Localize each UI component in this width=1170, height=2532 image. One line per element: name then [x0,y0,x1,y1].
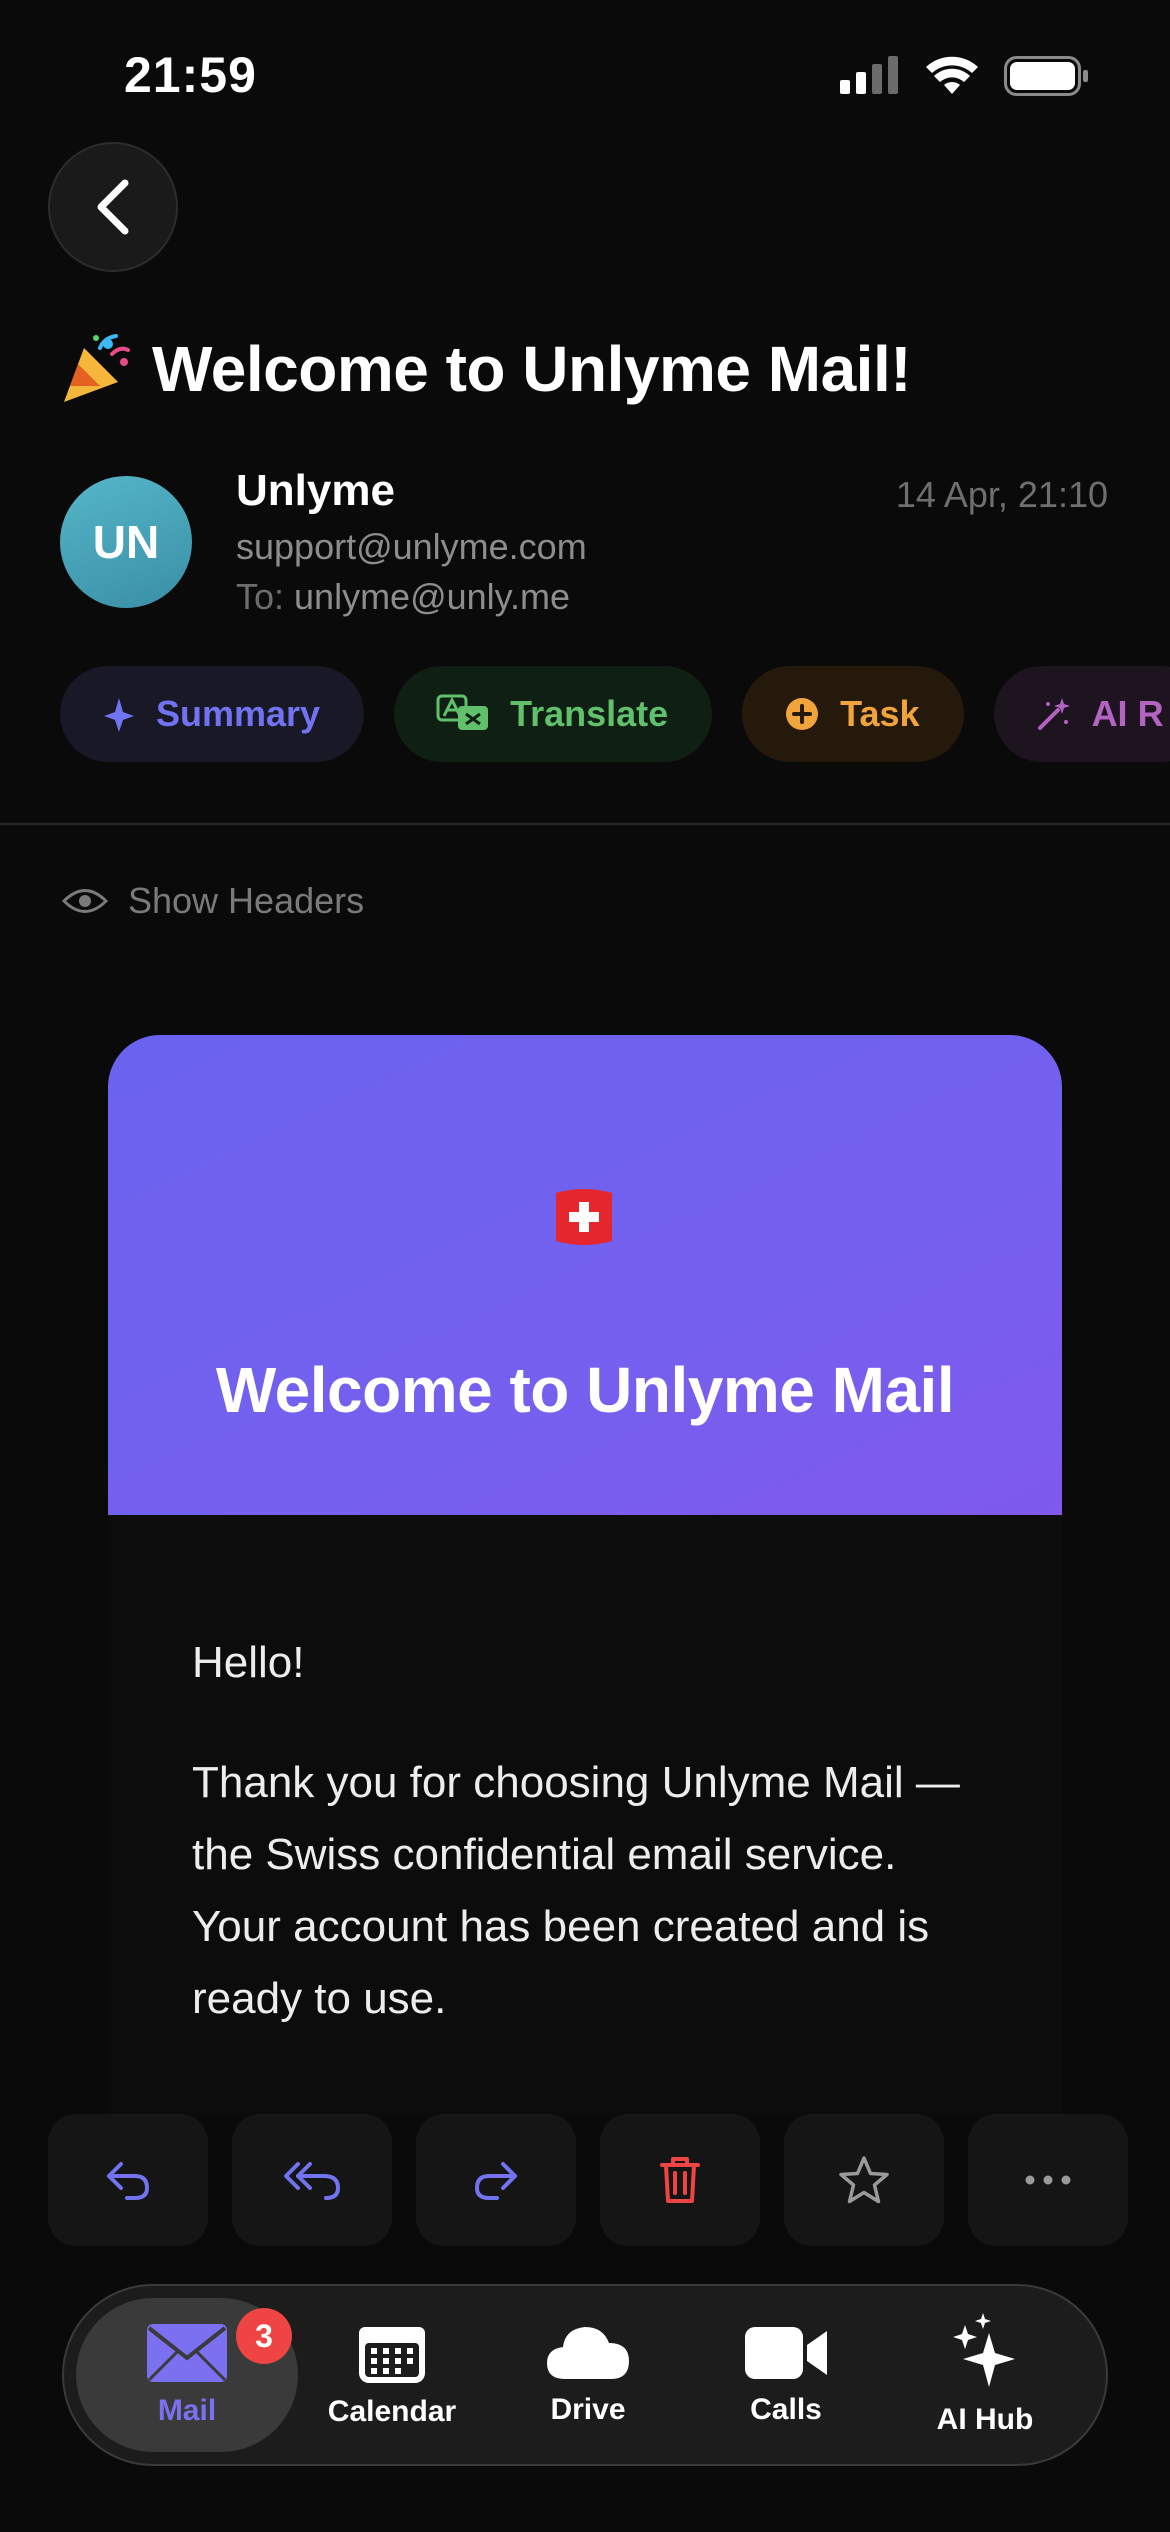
forward-button[interactable] [416,2114,576,2246]
show-headers-button[interactable]: Show Headers [62,880,364,922]
summary-label: Summary [156,693,321,734]
reply-button[interactable] [48,2114,208,2246]
email-hero-banner: Welcome to Unlyme Mail [108,1035,1062,1515]
wifi-icon [926,56,978,94]
tab-calls[interactable]: Calls [702,2286,870,2464]
summary-chip[interactable]: Summary [60,666,365,762]
tab-calls-label: Calls [750,2393,822,2426]
swiss-flag-icon [556,1189,612,1245]
body-paragraph: Thank you for choosing Unlyme Mail — the… [192,1758,960,2023]
greeting: Hello! [192,1638,305,1687]
magic-wand-icon [1037,698,1070,730]
calendar-icon [359,2327,425,2383]
translate-label: Translate [510,693,669,734]
ai-reply-chip[interactable]: AI R [993,666,1170,762]
status-icons [840,56,1090,96]
tab-mail-label: Mail [157,2394,217,2427]
video-camera-icon [745,2327,827,2379]
email-body-text: Hello! Thank you for choosing Unlyme Mai… [192,1627,992,2035]
recipient: To: unlyme@unly.me [236,576,570,618]
chevron-left-icon [97,179,129,235]
forward-icon [474,2162,517,2200]
cloud-icon [547,2327,629,2379]
star-button[interactable] [784,2114,944,2246]
show-headers-label: Show Headers [128,880,365,921]
email-action-bar [48,2114,1128,2246]
star-icon [839,2156,889,2204]
unread-badge: 3 [236,2308,292,2364]
delete-button[interactable] [600,2114,760,2246]
add-task-icon [786,698,819,730]
trash-icon [660,2157,700,2203]
divider [0,823,1170,825]
tab-mail[interactable]: Mail 3 [76,2298,298,2452]
ai-action-chips: Summary Translate Task AI R [60,666,1170,762]
tab-drive-label: Drive [550,2393,626,2426]
tab-ai-hub-label: AI Hub [936,2403,1034,2436]
back-button[interactable] [48,142,178,272]
mail-icon [147,2324,227,2382]
translate-chip[interactable]: Translate [394,666,713,762]
tab-calendar-label: Calendar [327,2395,457,2428]
sparkle-icon [104,698,134,732]
tab-ai-hub[interactable]: AI Hub [896,2286,1074,2464]
email-subject: Welcome to Unlyme Mail! [60,332,912,406]
sender-email[interactable]: support@unlyme.com [236,526,587,568]
cellular-signal-icon [840,56,898,94]
battery-icon [1004,56,1088,96]
task-chip[interactable]: Task [742,666,964,762]
status-bar: 21:59 [0,0,1170,150]
sender-name[interactable]: Unlyme [236,466,395,516]
to-label: To: [236,576,285,617]
recipient-email[interactable]: unlyme@unly.me [294,576,570,617]
ai-reply-label: AI R [1091,693,1164,734]
reply-icon [107,2162,150,2200]
eye-icon [62,889,108,913]
more-button[interactable] [968,2114,1128,2246]
tab-drive[interactable]: Drive [504,2286,672,2464]
email-body: Welcome to Unlyme Mail Hello! Thank you … [108,1035,1062,2115]
email-date: 14 Apr, 21:10 [895,474,1108,515]
party-popper-icon [64,334,130,402]
more-icon [1025,2175,1071,2185]
tab-calendar[interactable]: Calendar [308,2286,476,2464]
status-time: 21:59 [124,47,257,103]
translate-icon [436,694,489,730]
task-label: Task [840,693,920,734]
subject-text: Welcome to Unlyme Mail! [152,333,912,405]
hero-title: Welcome to Unlyme Mail [215,1354,955,1426]
tab-bar: Mail 3 Calendar Drive Calls AI Hub [62,2284,1108,2466]
reply-all-icon [284,2162,341,2200]
sparkles-icon [953,2313,1015,2387]
reply-all-button[interactable] [232,2114,392,2246]
avatar[interactable]: UN [60,476,192,608]
